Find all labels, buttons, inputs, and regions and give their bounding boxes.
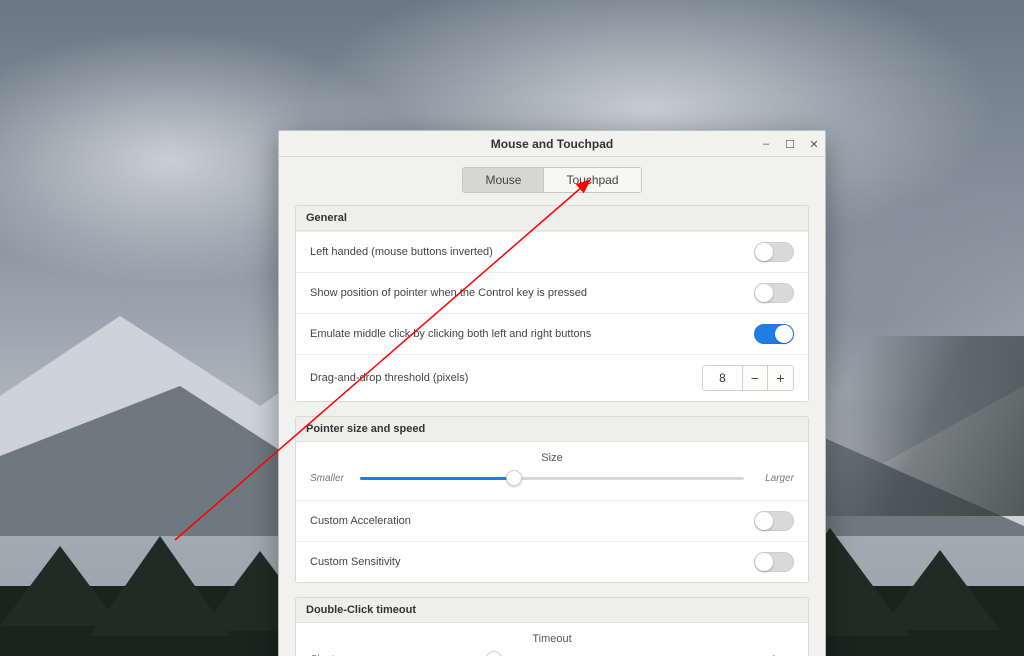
panel-general-header: General [296,206,808,231]
label-show-pointer: Show position of pointer when the Contro… [310,287,587,299]
panel-pointer-header: Pointer size and speed [296,417,808,442]
tab-segment: Mouse Touchpad [462,167,641,193]
doubleclick-timeout-block: Timeout Short Long [296,623,808,656]
pointer-size-block: Size Smaller Larger [296,442,808,500]
stepper-drag-threshold: − + [702,365,794,391]
pointer-size-larger-label: Larger [754,473,794,484]
tab-row: Mouse Touchpad [279,157,825,205]
plus-icon: + [776,370,784,386]
panel-doubleclick: Double-Click timeout Timeout Short Long … [295,597,809,656]
row-left-handed: Left handed (mouse buttons inverted) [296,231,808,272]
row-show-pointer: Show position of pointer when the Contro… [296,272,808,313]
drag-threshold-decrement[interactable]: − [742,365,768,391]
maximize-button[interactable]: ☐ [783,138,797,151]
label-drag-threshold: Drag-and-drop threshold (pixels) [310,372,468,384]
window-title: Mouse and Touchpad [285,137,819,151]
pointer-size-slider[interactable] [360,470,744,486]
panel-pointer: Pointer size and speed Size Smaller Larg… [295,416,809,583]
label-emulate-middle: Emulate middle click by clicking both le… [310,328,591,340]
timeout-slider[interactable] [360,651,744,656]
pointer-size-title: Size [310,452,794,464]
minus-icon: − [751,370,759,386]
toggle-show-pointer[interactable] [754,283,794,303]
row-drag-threshold: Drag-and-drop threshold (pixels) − + [296,354,808,401]
toggle-custom-acceleration[interactable] [754,511,794,531]
tab-touchpad[interactable]: Touchpad [543,168,640,192]
minimize-button[interactable]: – [759,138,773,150]
pointer-size-smaller-label: Smaller [310,473,350,484]
row-custom-acceleration: Custom Acceleration [296,500,808,541]
mouse-touchpad-window: Mouse and Touchpad – ☐ ✕ Mouse Touchpad … [278,130,826,656]
label-custom-sensitivity: Custom Sensitivity [310,556,400,568]
label-left-handed: Left handed (mouse buttons inverted) [310,246,493,258]
row-custom-sensitivity: Custom Sensitivity [296,541,808,582]
desktop-wallpaper: Mouse and Touchpad – ☐ ✕ Mouse Touchpad … [0,0,1024,656]
panel-general: General Left handed (mouse buttons inver… [295,205,809,402]
row-emulate-middle: Emulate middle click by clicking both le… [296,313,808,354]
close-button[interactable]: ✕ [807,138,821,151]
toggle-left-handed[interactable] [754,242,794,262]
timeout-title: Timeout [310,633,794,645]
tab-mouse[interactable]: Mouse [463,168,543,192]
drag-threshold-input[interactable] [702,365,742,391]
titlebar[interactable]: Mouse and Touchpad – ☐ ✕ [279,131,825,157]
panel-doubleclick-header: Double-Click timeout [296,598,808,623]
toggle-custom-sensitivity[interactable] [754,552,794,572]
toggle-emulate-middle[interactable] [754,324,794,344]
drag-threshold-increment[interactable]: + [768,365,794,391]
label-custom-acceleration: Custom Acceleration [310,515,411,527]
